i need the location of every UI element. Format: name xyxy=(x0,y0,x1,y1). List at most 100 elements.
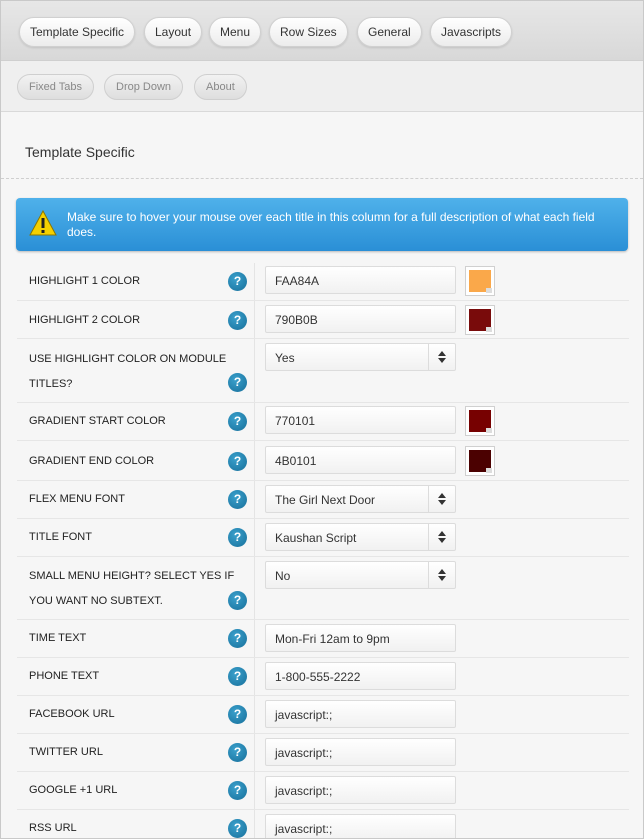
help-icon[interactable]: ? xyxy=(228,629,247,648)
picker-corner-icon xyxy=(486,428,492,433)
row-title-font: TITLE FONT ? Kaushan Script xyxy=(17,519,629,557)
divider xyxy=(1,178,643,179)
gradient-end-color-input[interactable]: 4B0101 xyxy=(265,446,456,474)
row-highlight-1-color: HIGHLIGHT 1 COLOR ? FAA84A xyxy=(17,263,629,301)
select-value: The Girl Next Door xyxy=(275,493,376,507)
tab-menu[interactable]: Menu xyxy=(209,17,262,47)
row-rss-url: RSS URL ? javascript:; xyxy=(17,810,629,838)
select-arrows-icon xyxy=(428,486,455,512)
field-label[interactable]: TITLE FONT xyxy=(29,525,243,550)
phone-text-input[interactable]: 1-800-555-2222 xyxy=(265,662,456,690)
flex-menu-font-select[interactable]: The Girl Next Door xyxy=(265,485,456,513)
divider xyxy=(254,658,255,695)
info-notice: Make sure to hover your mouse over each … xyxy=(16,198,628,251)
divider xyxy=(254,441,255,480)
tab-drop-down[interactable]: Drop Down xyxy=(104,74,184,100)
select-value: No xyxy=(275,569,291,583)
help-icon[interactable]: ? xyxy=(228,667,247,686)
rss-url-input[interactable]: javascript:; xyxy=(265,814,456,838)
use-highlight-color-select[interactable]: Yes xyxy=(265,343,456,371)
twitter-url-input[interactable]: javascript:; xyxy=(265,738,456,766)
field-label[interactable]: PHONE TEXT xyxy=(29,664,243,689)
field-label[interactable]: FLEX MENU FONT xyxy=(29,487,243,512)
field-label[interactable]: HIGHLIGHT 1 COLOR xyxy=(29,269,243,294)
help-icon[interactable]: ? xyxy=(228,452,247,471)
select-value: Kaushan Script xyxy=(275,531,357,545)
select-arrows-icon xyxy=(428,524,455,550)
secondary-tab-bar: Fixed Tabs Drop Down About xyxy=(1,61,643,112)
gradient-start-color-input[interactable]: 770101 xyxy=(265,406,456,434)
field-label[interactable]: FACEBOOK URL xyxy=(29,702,243,727)
field-label[interactable]: GRADIENT END COLOR xyxy=(29,449,243,474)
divider xyxy=(254,696,255,733)
row-highlight-2-color: HIGHLIGHT 2 COLOR ? 790B0B xyxy=(17,301,629,339)
color-picker-swatch[interactable] xyxy=(465,305,495,335)
google-url-input[interactable]: javascript:; xyxy=(265,776,456,804)
row-google-url: GOOGLE +1 URL ? javascript:; xyxy=(17,772,629,810)
help-icon[interactable]: ? xyxy=(228,311,247,330)
divider xyxy=(254,772,255,809)
field-label[interactable]: GOOGLE +1 URL xyxy=(29,778,243,803)
time-text-input[interactable]: Mon-Fri 12am to 9pm xyxy=(265,624,456,652)
tab-javascripts[interactable]: Javascripts xyxy=(430,17,513,47)
select-value: Yes xyxy=(275,351,295,365)
row-twitter-url: TWITTER URL ? javascript:; xyxy=(17,734,629,772)
divider xyxy=(254,263,255,300)
help-icon[interactable]: ? xyxy=(228,819,247,838)
select-arrows-icon xyxy=(428,562,455,588)
row-gradient-start-color: GRADIENT START COLOR ? 770101 xyxy=(17,403,629,441)
picker-corner-icon xyxy=(486,327,492,332)
field-label[interactable]: HIGHLIGHT 2 COLOR xyxy=(29,308,243,333)
row-flex-menu-font: FLEX MENU FONT ? The Girl Next Door xyxy=(17,481,629,519)
divider xyxy=(254,481,255,518)
help-icon[interactable]: ? xyxy=(228,373,247,392)
small-menu-height-select[interactable]: No xyxy=(265,561,456,589)
divider xyxy=(254,519,255,556)
field-label[interactable]: RSS URL xyxy=(29,816,243,838)
help-icon[interactable]: ? xyxy=(228,490,247,509)
notice-text: Make sure to hover your mouse over each … xyxy=(67,210,595,239)
field-label[interactable]: TIME TEXT xyxy=(29,626,243,651)
divider xyxy=(254,301,255,338)
divider xyxy=(254,620,255,657)
tab-general[interactable]: General xyxy=(357,17,422,47)
tab-layout[interactable]: Layout xyxy=(144,17,203,47)
help-icon[interactable]: ? xyxy=(228,591,247,610)
field-label[interactable]: USE HIGHLIGHT COLOR ON MODULE TITLES? xyxy=(29,347,243,397)
tab-template-specific[interactable]: Template Specific xyxy=(19,17,136,47)
color-picker-swatch[interactable] xyxy=(465,406,495,436)
template-settings-panel: Template Specific Layout Menu Row Sizes … xyxy=(0,0,644,839)
highlight-2-color-input[interactable]: 790B0B xyxy=(265,305,456,333)
field-label[interactable]: SMALL MENU HEIGHT? SELECT YES IF YOU WAN… xyxy=(29,564,244,614)
section-title: Template Specific xyxy=(25,144,135,160)
row-use-highlight-color: USE HIGHLIGHT COLOR ON MODULE TITLES? ? … xyxy=(17,339,629,403)
help-icon[interactable]: ? xyxy=(228,781,247,800)
help-icon[interactable]: ? xyxy=(228,528,247,547)
help-icon[interactable]: ? xyxy=(228,743,247,762)
tab-fixed-tabs[interactable]: Fixed Tabs xyxy=(17,74,94,100)
row-time-text: TIME TEXT ? Mon-Fri 12am to 9pm xyxy=(17,620,629,658)
divider xyxy=(254,557,255,619)
color-picker-swatch[interactable] xyxy=(465,446,495,476)
row-small-menu-height: SMALL MENU HEIGHT? SELECT YES IF YOU WAN… xyxy=(17,557,629,620)
tab-row-sizes[interactable]: Row Sizes xyxy=(269,17,348,47)
row-phone-text: PHONE TEXT ? 1-800-555-2222 xyxy=(17,658,629,696)
picker-corner-icon xyxy=(486,288,492,293)
help-icon[interactable]: ? xyxy=(228,412,247,431)
row-gradient-end-color: GRADIENT END COLOR ? 4B0101 xyxy=(17,441,629,481)
title-font-select[interactable]: Kaushan Script xyxy=(265,523,456,551)
color-picker-swatch[interactable] xyxy=(465,266,495,296)
help-icon[interactable]: ? xyxy=(228,705,247,724)
help-icon[interactable]: ? xyxy=(228,272,247,291)
row-facebook-url: FACEBOOK URL ? javascript:; xyxy=(17,696,629,734)
highlight-1-color-input[interactable]: FAA84A xyxy=(265,266,456,294)
field-label[interactable]: TWITTER URL xyxy=(29,740,243,765)
divider xyxy=(254,403,255,440)
select-arrows-icon xyxy=(428,344,455,370)
facebook-url-input[interactable]: javascript:; xyxy=(265,700,456,728)
primary-tab-bar: Template Specific Layout Menu Row Sizes … xyxy=(1,1,643,61)
divider xyxy=(254,810,255,838)
tab-about[interactable]: About xyxy=(194,74,247,100)
field-label[interactable]: GRADIENT START COLOR xyxy=(29,409,243,434)
picker-corner-icon xyxy=(486,468,492,473)
